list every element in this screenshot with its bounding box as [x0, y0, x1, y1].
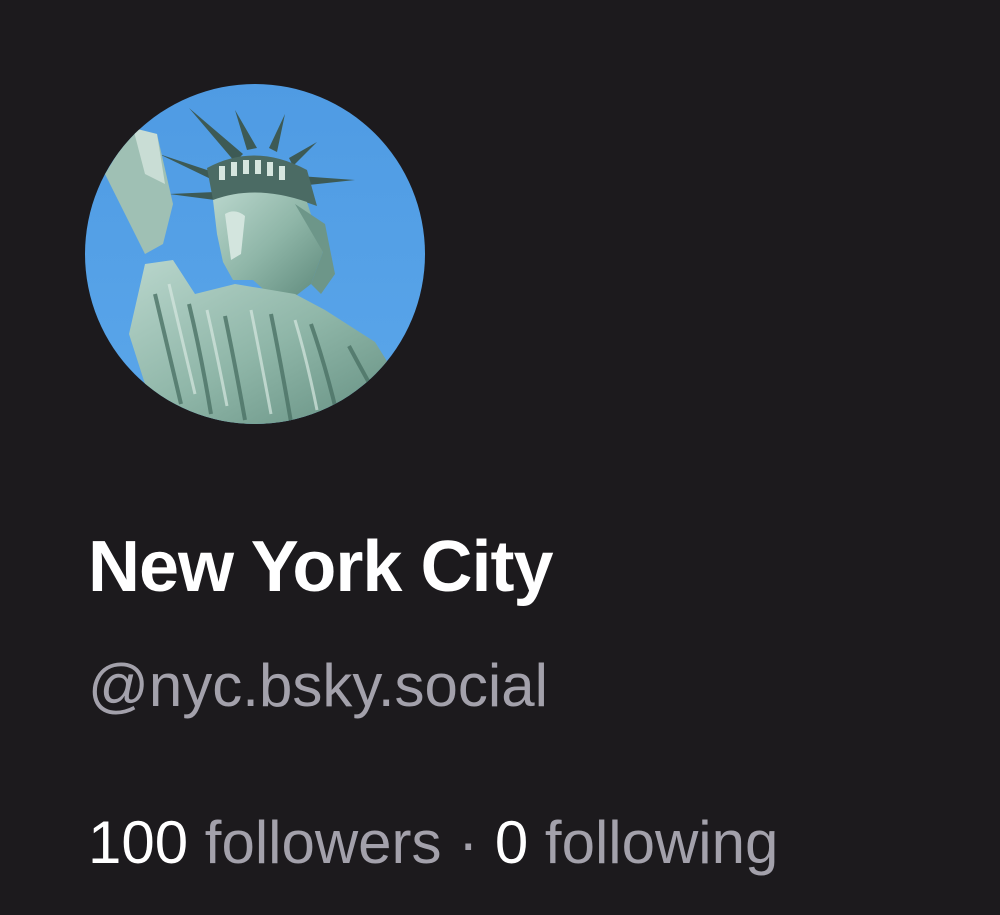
avatar[interactable]: [85, 84, 425, 424]
following-link[interactable]: 0 following: [495, 809, 779, 876]
statue-of-liberty-avatar-icon: [85, 84, 425, 424]
followers-link[interactable]: 100 followers: [88, 809, 442, 876]
following-count: 0: [494, 809, 529, 876]
followers-label: followers: [204, 809, 442, 876]
following-label: following: [544, 809, 779, 876]
display-name: New York City: [88, 527, 553, 607]
follow-stats: 100 followers · 0 following: [88, 800, 778, 886]
profile-handle[interactable]: @nyc.bsky.social: [88, 643, 548, 729]
profile-header: New York City @nyc.bsky.social 100 follo…: [0, 0, 1000, 915]
followers-count: 100: [88, 809, 189, 876]
stats-separator: ·: [458, 809, 479, 876]
